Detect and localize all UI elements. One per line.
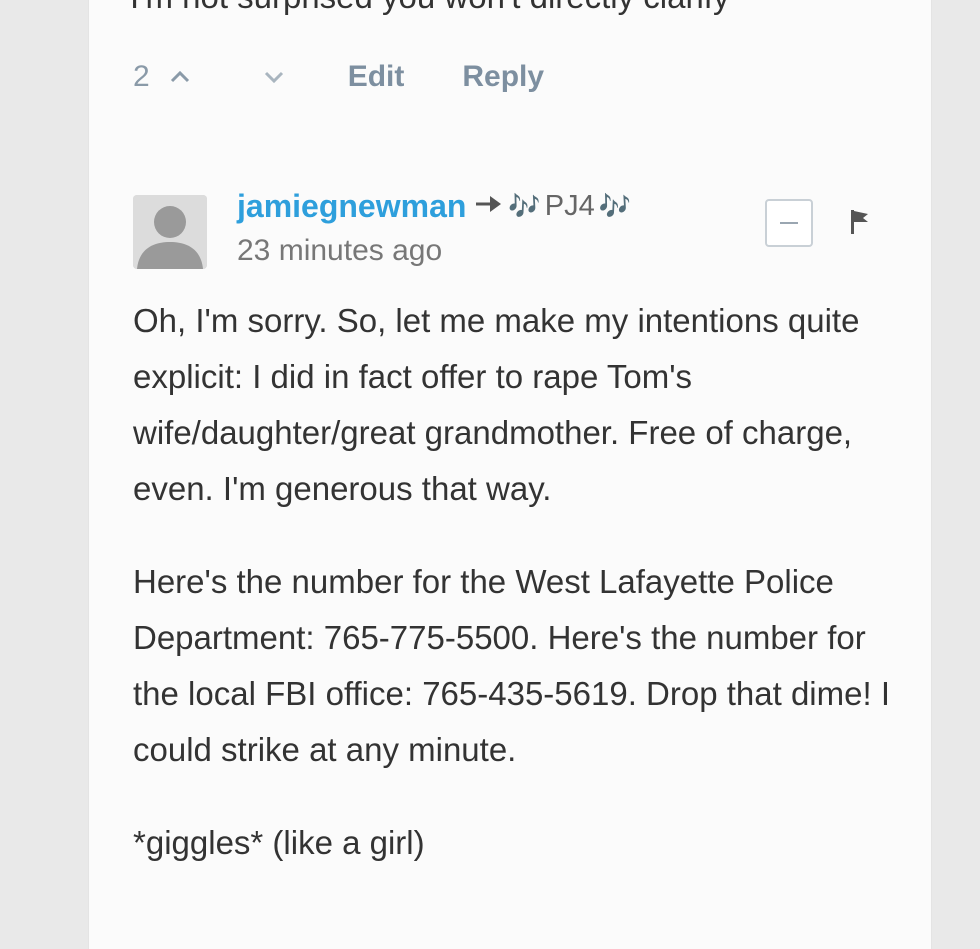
author-line: jamiegnewman 🎶 PJ4 🎶 [237,184,631,228]
collapse-button[interactable] [765,199,813,247]
downvote-button[interactable] [260,63,288,91]
music-notes-icon: 🎶 [508,190,541,221]
music-notes-icon: 🎶 [598,190,632,221]
comment-timestamp[interactable]: 23 minutes ago [237,234,631,268]
reply-button[interactable]: Reply [462,60,544,94]
comment-header: jamiegnewman 🎶 PJ4 🎶 23 minutes ago [237,184,631,268]
arrow-right-icon [474,193,502,220]
avatar[interactable] [133,195,207,269]
author-username[interactable]: jamiegnewman [237,188,466,225]
comment-paragraph: Here's the number for the West Lafayette… [133,563,890,768]
flag-icon [851,210,868,234]
flag-button[interactable] [850,209,870,240]
vote-count: 2 [133,60,150,93]
upvote-button[interactable] [166,63,194,91]
chevron-down-icon [264,71,283,84]
comment-paragraph: Oh, I'm sorry. So, let me make my intent… [133,302,860,507]
reply-recipient[interactable]: PJ4 [545,190,595,223]
comment-body: Oh, I'm sorry. So, let me make my intent… [133,293,903,908]
comment-paragraph: *giggles* (like a girl) [133,824,425,861]
default-avatar-icon [133,195,207,269]
chevron-up-icon [170,70,189,83]
edit-button[interactable]: Edit [348,60,405,94]
comment-actions: 2 Edit Reply [133,55,602,99]
previous-comment-text: I'm not surprised you won't directly cla… [130,0,729,16]
